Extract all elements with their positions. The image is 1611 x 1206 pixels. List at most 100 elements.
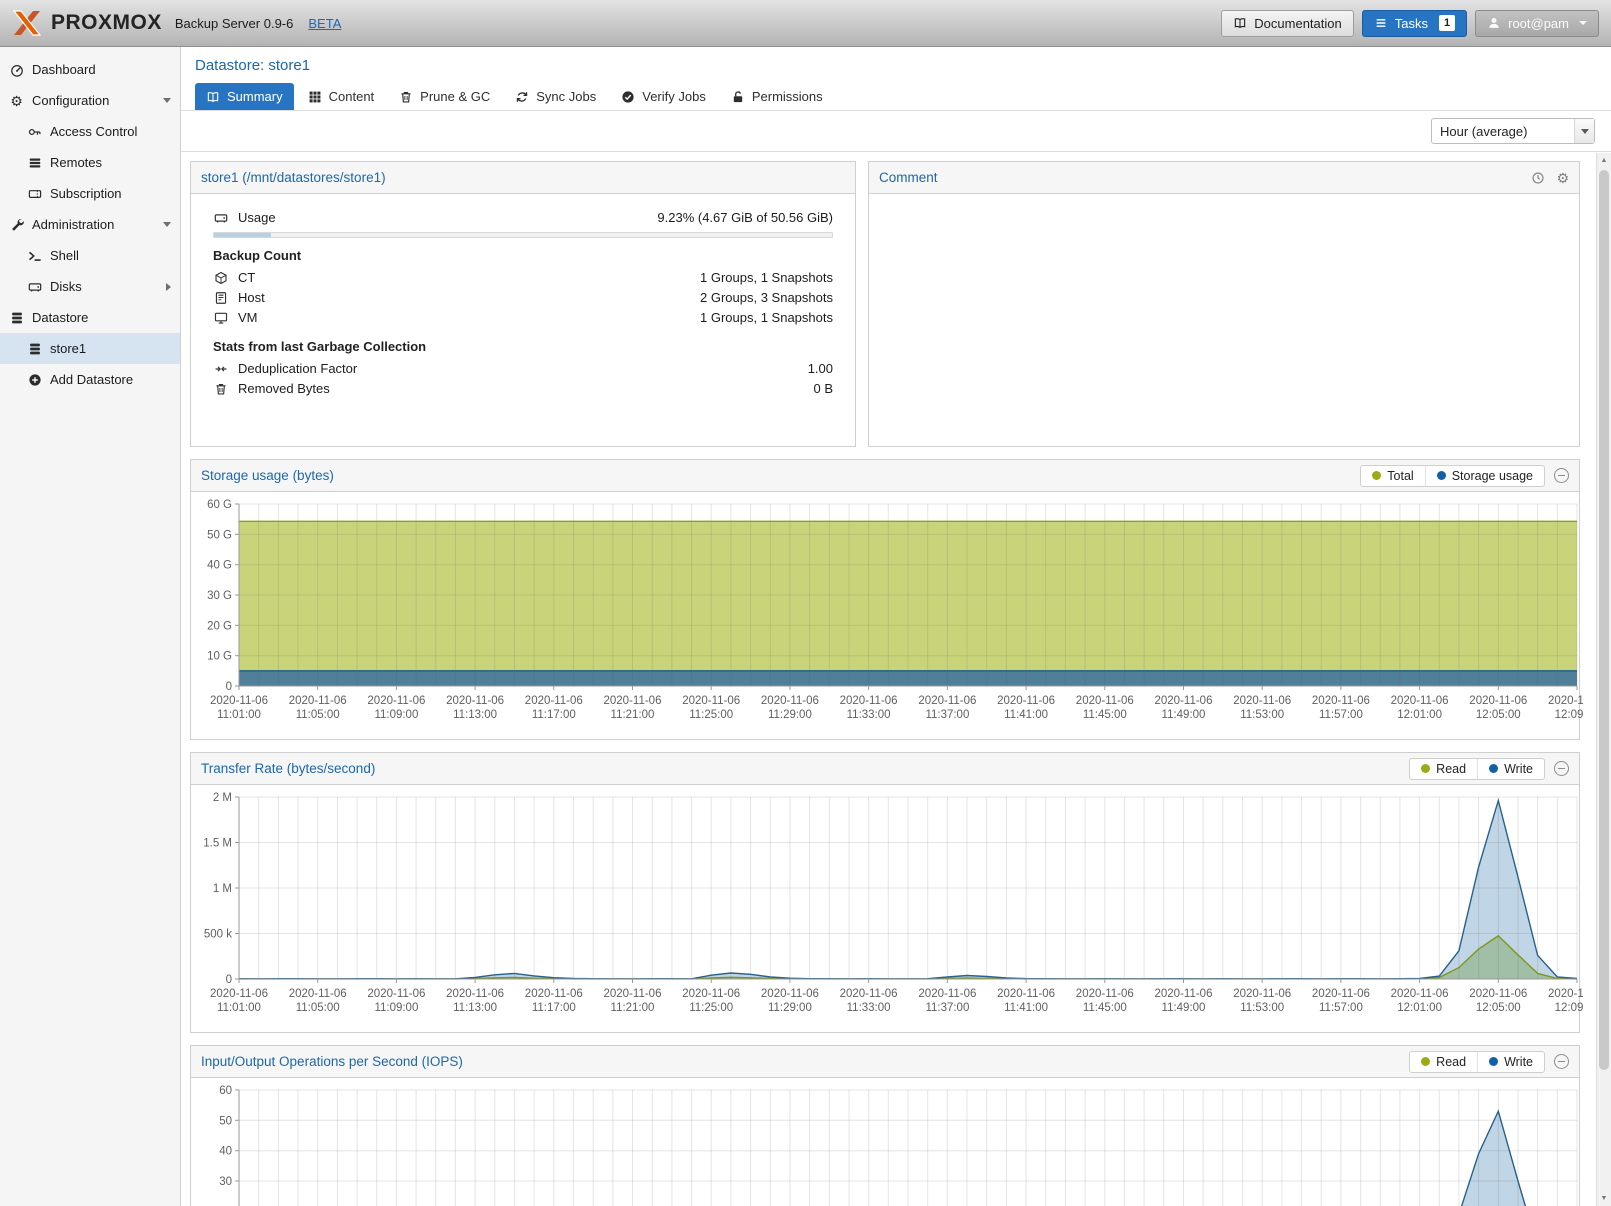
usage-value: 9.23% (4.67 GiB of 50.56 GiB) — [657, 210, 833, 225]
svg-text:30: 30 — [219, 1176, 232, 1188]
dedup-value: 1.00 — [808, 361, 833, 376]
sidebar-item-shell[interactable]: Shell — [0, 240, 180, 271]
svg-text:11:41:00: 11:41:00 — [1004, 709, 1048, 721]
bars-icon — [27, 156, 42, 170]
content-area: store1 (/mnt/datastores/store1) Usage 9.… — [181, 152, 1611, 1206]
documentation-button[interactable]: Documentation — [1221, 10, 1353, 37]
svg-text:2020-11-06: 2020-11-06 — [1469, 988, 1527, 1000]
legend-total[interactable]: Total — [1361, 466, 1424, 486]
tasks-button[interactable]: Tasks 1 — [1362, 10, 1467, 37]
collapse-icon[interactable] — [1554, 761, 1569, 776]
svg-text:10 G: 10 G — [207, 651, 232, 663]
proxmox-logo — [12, 9, 42, 37]
svg-text:40: 40 — [219, 1146, 232, 1158]
sidebar-item-store1[interactable]: store1 — [0, 333, 180, 364]
gear-icon[interactable]: ⚙ — [1556, 171, 1569, 185]
svg-text:11:37:00: 11:37:00 — [925, 1002, 969, 1014]
host-count: 2 Groups, 3 Snapshots — [700, 290, 833, 305]
sidebar-item-dashboard[interactable]: Dashboard — [0, 54, 180, 85]
unlock-icon — [731, 90, 745, 104]
scroll-up-arrow-icon[interactable]: ▲ — [1597, 153, 1611, 168]
legend-read[interactable]: Read — [1410, 1052, 1477, 1072]
vm-label: VM — [238, 310, 258, 325]
tab-sync-jobs[interactable]: Sync Jobs — [504, 83, 607, 110]
sidebar-item-add-datastore[interactable]: Add Datastore — [0, 364, 180, 395]
svg-text:11:17:00: 11:17:00 — [532, 1002, 576, 1014]
svg-text:11:21:00: 11:21:00 — [611, 709, 655, 721]
collapse-icon[interactable] — [1554, 1054, 1569, 1069]
tab-permissions[interactable]: Permissions — [720, 83, 834, 110]
sidebar-item-remotes[interactable]: Remotes — [0, 147, 180, 178]
ct-count: 1 Groups, 1 Snapshots — [700, 270, 833, 285]
legend-dot-icon — [1421, 764, 1430, 773]
legend-write[interactable]: Write — [1477, 759, 1544, 779]
expander-down-icon[interactable] — [163, 222, 171, 227]
sidebar-item-access-control[interactable]: Access Control — [0, 116, 180, 147]
svg-text:2020-11-06: 2020-11-06 — [997, 988, 1055, 1000]
beta-link[interactable]: BETA — [308, 16, 341, 31]
legend-write[interactable]: Write — [1477, 1052, 1544, 1072]
svg-text:2020-11-06: 2020-11-06 — [367, 988, 425, 1000]
clock-icon[interactable] — [1531, 171, 1545, 185]
comment-body[interactable] — [869, 194, 1579, 446]
top-bar: PROXMOX Backup Server 0.9-6 BETA Documen… — [0, 0, 1611, 47]
main-content: Datastore: store1 SummaryContentPrune & … — [181, 47, 1611, 1206]
monitor-icon — [213, 311, 229, 325]
collapse-icon[interactable] — [1554, 468, 1569, 483]
storage-chart-legend: TotalStorage usage — [1360, 465, 1545, 487]
legend-storage-usage[interactable]: Storage usage — [1425, 466, 1544, 486]
transfer-chart-header: Transfer Rate (bytes/second) ReadWrite — [191, 753, 1579, 785]
svg-text:2020-11-06: 2020-11-06 — [761, 988, 819, 1000]
legend-read[interactable]: Read — [1410, 759, 1477, 779]
storage-chart-title: Storage usage (bytes) — [201, 468, 334, 483]
scrollbar-thumb[interactable] — [1599, 170, 1609, 1070]
sidebar-item-subscription[interactable]: Subscription — [0, 178, 180, 209]
user-menu-button[interactable]: root@pam — [1475, 10, 1599, 37]
tab-verify-jobs[interactable]: Verify Jobs — [610, 83, 717, 110]
scrollbar[interactable]: ▲ ▼ — [1596, 153, 1611, 1206]
sidebar-item-configuration[interactable]: ⚙Configuration — [0, 85, 180, 116]
select-trigger[interactable] — [1574, 119, 1594, 143]
plus-icon — [27, 373, 42, 387]
book-icon — [1233, 16, 1247, 31]
gears-icon: ⚙ — [9, 94, 24, 108]
sidebar-item-administration[interactable]: Administration — [0, 209, 180, 240]
ticket-icon — [27, 187, 42, 201]
key-icon — [27, 125, 42, 139]
top-actions: Documentation Tasks 1 root@pam — [1221, 10, 1599, 37]
svg-text:2020-11-06: 2020-11-06 — [682, 695, 740, 707]
scroll-down-arrow-icon[interactable]: ▼ — [1597, 1191, 1611, 1206]
tab-prune-gc[interactable]: Prune & GC — [388, 83, 501, 110]
svg-text:11:33:00: 11:33:00 — [847, 1002, 891, 1014]
svg-text:11:21:00: 11:21:00 — [611, 1002, 655, 1014]
expander-down-icon[interactable] — [163, 98, 171, 103]
sidebar: Dashboard⚙ConfigurationAccess ControlRem… — [0, 47, 181, 1206]
chevron-down-icon — [1579, 21, 1587, 25]
wrench-icon — [9, 218, 24, 232]
expander-right-icon[interactable] — [166, 283, 171, 291]
svg-text:2020-11-06: 2020-11-06 — [604, 695, 662, 707]
svg-text:50 G: 50 G — [207, 529, 232, 541]
legend-dot-icon — [1489, 1057, 1498, 1066]
cube-icon — [213, 271, 229, 285]
svg-text:11:53:00: 11:53:00 — [1240, 1002, 1284, 1014]
iops-chart: 01020304050602020-11-0611:01:002020-11-0… — [191, 1078, 1579, 1206]
timeframe-select[interactable]: Hour (average) — [1431, 118, 1595, 144]
summary-row: store1 (/mnt/datastores/store1) Usage 9.… — [190, 161, 1580, 447]
svg-text:40 G: 40 G — [207, 560, 232, 572]
usage-label: Usage — [238, 210, 276, 225]
svg-text:11:09:00: 11:09:00 — [374, 709, 418, 721]
svg-text:2020-11-06: 2020-11-06 — [1155, 988, 1213, 1000]
tab-content[interactable]: Content — [297, 83, 386, 110]
tab-summary[interactable]: Summary — [195, 83, 294, 110]
svg-text:11:33:00: 11:33:00 — [847, 709, 891, 721]
removed-bytes-label: Removed Bytes — [238, 381, 330, 396]
sidebar-item-datastore[interactable]: Datastore — [0, 302, 180, 333]
svg-text:60: 60 — [219, 1085, 232, 1097]
svg-text:2020-11-06: 2020-11-06 — [446, 988, 504, 1000]
storage-chart-header: Storage usage (bytes) TotalStorage usage — [191, 460, 1579, 492]
sidebar-item-disks[interactable]: Disks — [0, 271, 180, 302]
svg-text:2020-11-06: 2020-11-06 — [1076, 695, 1134, 707]
svg-text:2020-11-06: 2020-11-06 — [210, 695, 268, 707]
legend-dot-icon — [1421, 1057, 1430, 1066]
